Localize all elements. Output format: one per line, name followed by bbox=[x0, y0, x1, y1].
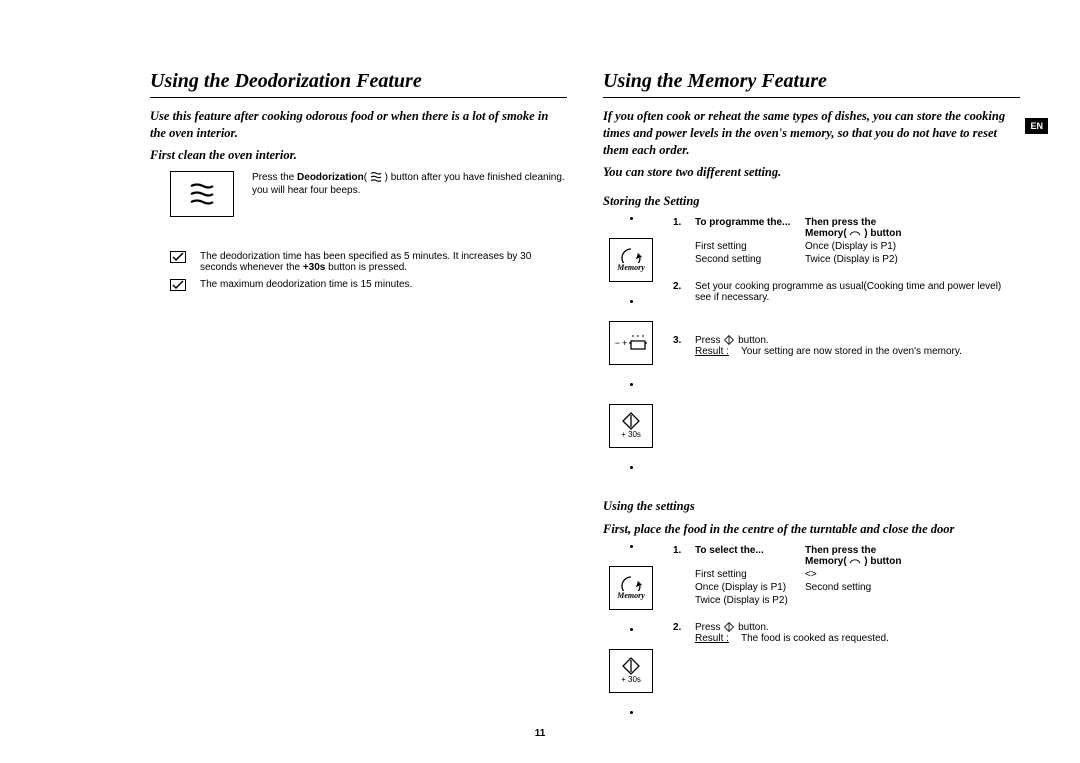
deodorization-intro: Use this feature after cooking odorous f… bbox=[150, 108, 567, 142]
memory-arrow-icon bbox=[618, 575, 644, 591]
table-header: To select the... bbox=[695, 545, 805, 567]
note1-text: The deodorization time has been specifie… bbox=[200, 251, 567, 273]
step2-text: Set your cooking programme as usual(Cook… bbox=[695, 281, 1020, 303]
table-cell: Second setting bbox=[695, 254, 805, 265]
memory-inline-icon bbox=[849, 228, 861, 238]
section-title-deodorization: Using the Deodorization Feature bbox=[150, 70, 567, 98]
table-cell: First setting bbox=[695, 241, 805, 252]
using-heading: Using the settings bbox=[603, 499, 1020, 514]
diamond-start-icon bbox=[622, 657, 640, 675]
steam-icon bbox=[189, 183, 215, 205]
steam-inline-icon bbox=[370, 172, 382, 182]
step3-text: Press button. bbox=[695, 335, 1020, 346]
using-sub: First, place the food in the centre of t… bbox=[603, 522, 1020, 537]
memory-icon-box: Memory bbox=[609, 566, 653, 610]
table-header: To programme the... bbox=[695, 217, 805, 239]
table-cell: Once (Display is P1) bbox=[805, 241, 1020, 252]
memory-inline-icon bbox=[849, 556, 861, 566]
note-icon bbox=[170, 279, 186, 294]
memory-icon-box: Memory bbox=[609, 238, 653, 282]
storing-heading: Storing the Setting bbox=[603, 194, 1020, 209]
table-cell: First setting bbox=[695, 569, 805, 580]
diamond-inline-icon bbox=[723, 335, 735, 345]
start-icon-box: + 30s bbox=[609, 404, 653, 448]
table-header: Then press the Memory( ) button bbox=[805, 217, 1020, 239]
deodorization-sub: First clean the oven interior. bbox=[150, 148, 567, 163]
step-number: 2. bbox=[673, 281, 687, 303]
table-cell: Twice (Display is P2) bbox=[695, 595, 805, 606]
result-label: Result : bbox=[695, 346, 741, 357]
start-icon-box: + 30s bbox=[609, 649, 653, 693]
step-number: 1. bbox=[673, 217, 687, 273]
manual-page: EN Using the Deodorization Feature Use t… bbox=[0, 0, 1080, 763]
table-cell: Second setting bbox=[805, 582, 1020, 593]
memory-sub: You can store two different setting. bbox=[603, 165, 1020, 180]
u-step2-text: Press button. bbox=[695, 622, 1020, 633]
memory-intro: If you often cook or reheat the same typ… bbox=[603, 108, 1020, 159]
section-title-memory: Using the Memory Feature bbox=[603, 70, 1020, 98]
left-column: Using the Deodorization Feature Use this… bbox=[150, 70, 567, 714]
note2-text: The maximum deodorization time is 15 min… bbox=[200, 279, 412, 294]
page-number: 11 bbox=[535, 728, 546, 739]
result-text: The food is cooked as requested. bbox=[741, 633, 1020, 644]
table-cell: Twice (Display is P2) bbox=[805, 254, 1020, 265]
step-number: 2. bbox=[673, 622, 687, 644]
diamond-inline-icon bbox=[723, 622, 735, 632]
table-cell: Once (Display is P1) bbox=[695, 582, 805, 593]
pot-icon bbox=[629, 335, 647, 351]
cooking-icon-box: − + bbox=[609, 321, 653, 365]
deodorization-icon-box bbox=[170, 171, 234, 217]
note-icon bbox=[170, 251, 186, 273]
result-label: Result : bbox=[695, 633, 741, 644]
step-number: 3. bbox=[673, 335, 687, 357]
language-tab: EN bbox=[1025, 118, 1048, 134]
right-column: Using the Memory Feature If you often co… bbox=[603, 70, 1020, 714]
memory-arrow-icon bbox=[618, 247, 644, 263]
result-text: Your setting are now stored in the oven'… bbox=[741, 346, 1020, 357]
deodorization-step-text: Press the Deodorization( ) button after … bbox=[252, 171, 567, 198]
table-header: Then press the Memory( ) button bbox=[805, 545, 1020, 567]
diamond-start-icon bbox=[622, 412, 640, 430]
step-number: 1. bbox=[673, 545, 687, 614]
